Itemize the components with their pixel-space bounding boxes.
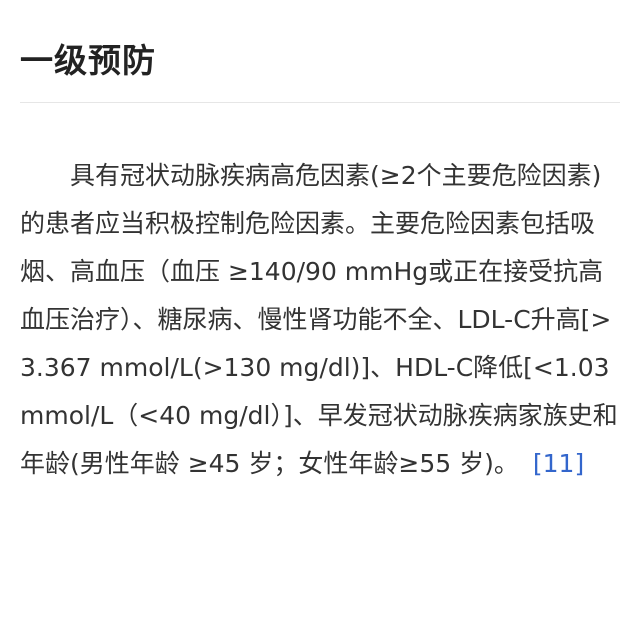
reference-link[interactable]: [11] [533,449,584,478]
body-paragraph: 具有冠状动脉疾病高危因素(≥2个主要危险因素)的患者应当积极控制危险因素。主要危… [20,152,620,488]
paragraph-text: 具有冠状动脉疾病高危因素(≥2个主要危险因素)的患者应当积极控制危险因素。主要危… [20,161,618,478]
heading-divider [20,102,620,103]
section-heading: 一级预防 [20,41,156,80]
article-section: 一级预防 具有冠状动脉疾病高危因素(≥2个主要危险因素)的患者应当积极控制危险因… [20,0,620,488]
